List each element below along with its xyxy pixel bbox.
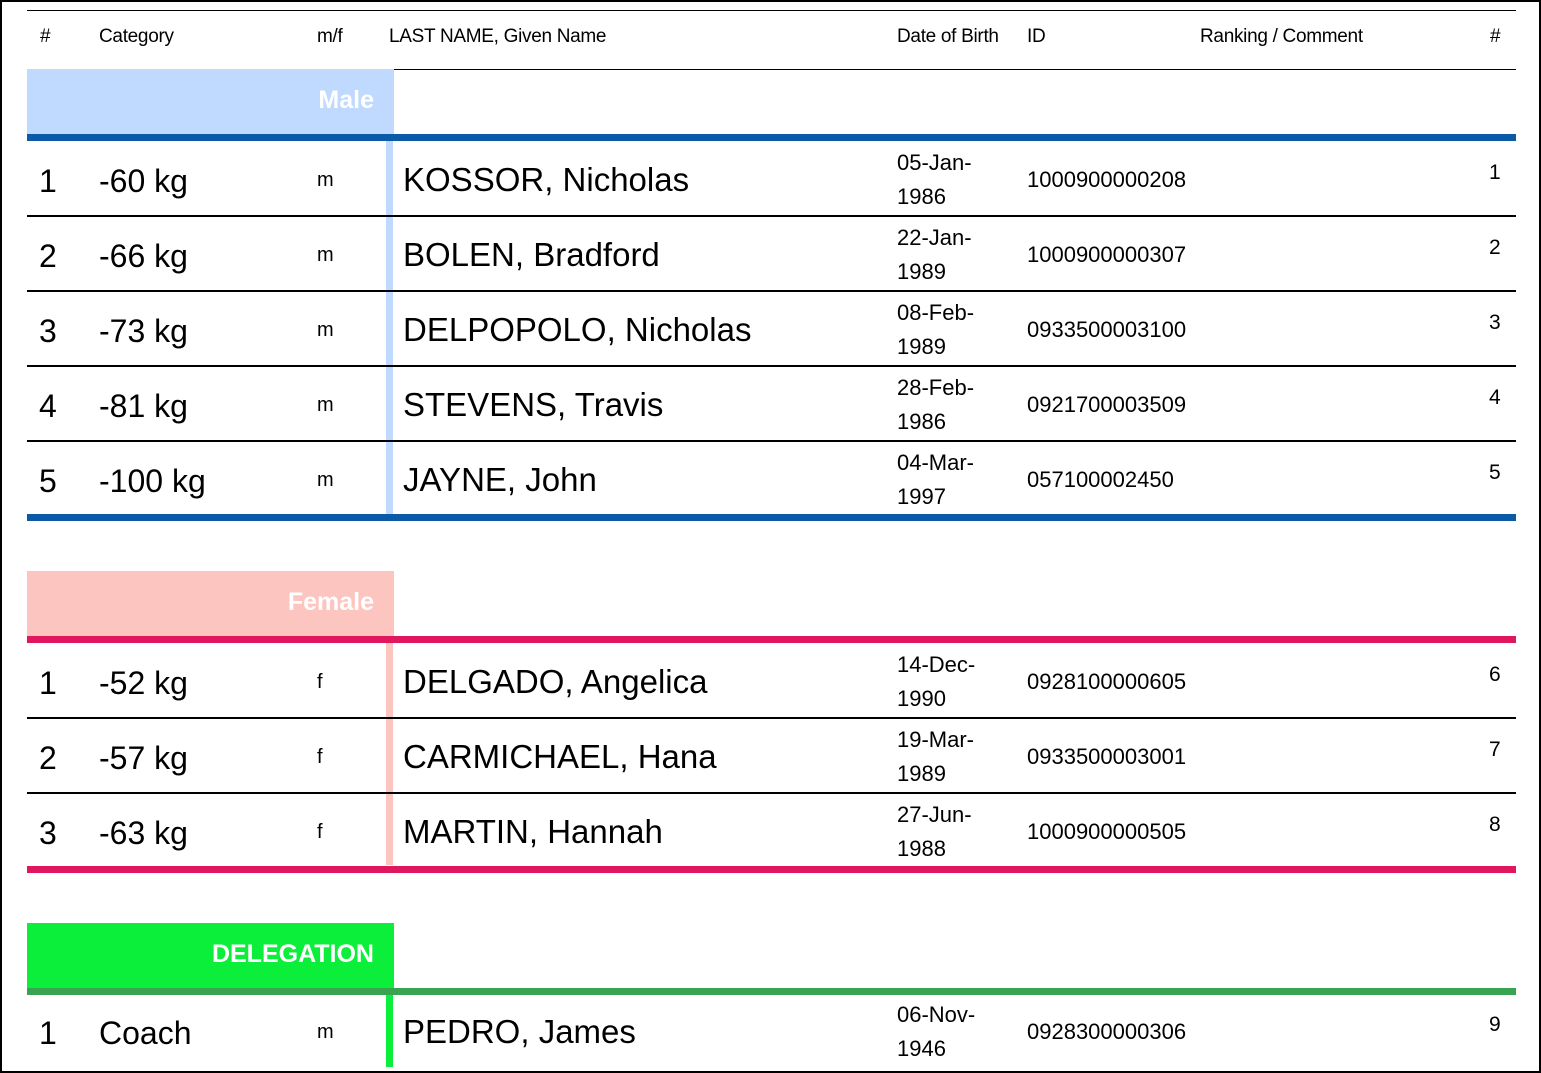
header-num: # bbox=[40, 26, 51, 47]
gender: m bbox=[317, 244, 334, 266]
table-row: 2 -66 kg m BOLEN, Bradford 22-Jan-1989 100090… bbox=[27, 216, 1516, 291]
athlete-id: 1000900000505 bbox=[1027, 819, 1187, 844]
gender: f bbox=[317, 746, 323, 768]
gender: m bbox=[317, 1021, 334, 1043]
gender: m bbox=[317, 169, 334, 191]
date-of-birth: 28-Feb-1986 bbox=[897, 375, 975, 434]
weight-category: -73 kg bbox=[99, 313, 188, 349]
weight-category: Coach bbox=[99, 1015, 192, 1051]
athlete-name: BOLEN, Bradford bbox=[403, 236, 660, 273]
row-number: 5 bbox=[39, 463, 57, 499]
date-of-birth: 05-Jan-1986 bbox=[897, 150, 972, 209]
date-of-birth: 19-Mar-1989 bbox=[897, 727, 975, 786]
row-number: 1 bbox=[39, 1015, 57, 1051]
row-index: 3 bbox=[1489, 311, 1501, 334]
weight-category: -52 kg bbox=[99, 665, 188, 701]
section-band-male: Male bbox=[27, 69, 394, 135]
athlete-name: MARTIN, Hannah bbox=[403, 813, 663, 850]
row-number: 1 bbox=[39, 665, 57, 701]
athlete-name: PEDRO, James bbox=[403, 1013, 636, 1050]
row-number: 1 bbox=[39, 163, 57, 199]
header-ranking: Ranking / Comment bbox=[1200, 26, 1363, 47]
row-index: 7 bbox=[1489, 738, 1501, 761]
gender: f bbox=[317, 821, 323, 843]
row-index: 9 bbox=[1489, 1013, 1501, 1036]
header-num2: # bbox=[1490, 26, 1501, 47]
row-number: 2 bbox=[39, 238, 57, 274]
row-index: 8 bbox=[1489, 813, 1501, 836]
table-header: # Category m/f LAST NAME, Given Name Dat… bbox=[27, 10, 1516, 70]
row-number: 3 bbox=[39, 313, 57, 349]
header-id: ID bbox=[1027, 26, 1046, 47]
athlete-id: 0928300000306 bbox=[1027, 1019, 1187, 1044]
date-of-birth: 27-Jun-1988 bbox=[897, 802, 972, 861]
athlete-id: 1000900000208 bbox=[1027, 167, 1187, 192]
athlete-name: STEVENS, Travis bbox=[403, 386, 664, 423]
table-row: 3 -63 kg f MARTIN, Hannah 27-Jun-1988 1000900… bbox=[27, 793, 1516, 868]
row-index: 2 bbox=[1489, 236, 1501, 259]
athlete-id: 057100002450 bbox=[1027, 467, 1174, 492]
table-row: 1 -52 kg f DELGADO, Angelica 14-Dec-1990 0928… bbox=[27, 643, 1516, 718]
weight-category: -100 kg bbox=[99, 463, 206, 499]
date-of-birth: 04-Mar-1997 bbox=[897, 450, 975, 509]
header-name: LAST NAME, Given Name bbox=[389, 26, 607, 47]
header-category: Category bbox=[99, 26, 174, 47]
athlete-name: DELGADO, Angelica bbox=[403, 663, 708, 700]
section-band-female: Female bbox=[27, 571, 394, 637]
row-number: 2 bbox=[39, 740, 57, 776]
weight-category: -60 kg bbox=[99, 163, 188, 199]
weight-category: -57 kg bbox=[99, 740, 188, 776]
gender: f bbox=[317, 671, 323, 693]
date-of-birth: 22-Jan-1989 bbox=[897, 225, 972, 284]
table-row: 4 -81 kg m STEVENS, Travis 28-Feb-1986 092170… bbox=[27, 366, 1516, 441]
weight-category: -66 kg bbox=[99, 238, 188, 274]
row-index: 6 bbox=[1489, 663, 1501, 686]
athlete-id: 1000900000307 bbox=[1027, 242, 1187, 267]
weight-category: -81 kg bbox=[99, 388, 188, 424]
table-row: 1 -60 kg m KOSSOR, Nicholas 05-Jan-1986 10009… bbox=[27, 141, 1516, 216]
athlete-id: 0933500003001 bbox=[1027, 744, 1187, 769]
section-top-rule-male bbox=[27, 134, 1516, 141]
table-row: 2 -57 kg f CARMICHAEL, Hana 19-Mar-1989 09335… bbox=[27, 718, 1516, 793]
section-band-delegation: DELEGATION bbox=[27, 923, 394, 989]
row-index: 1 bbox=[1489, 161, 1501, 184]
athlete-name: KOSSOR, Nicholas bbox=[403, 161, 690, 198]
athlete-id: 0928100000605 bbox=[1027, 669, 1187, 694]
section-bottom-rule-female bbox=[27, 866, 1516, 873]
row-index: 4 bbox=[1489, 386, 1501, 409]
date-of-birth: 08-Feb-1989 bbox=[897, 300, 975, 359]
date-of-birth: 14-Dec-1990 bbox=[897, 652, 976, 711]
header-mf: m/f bbox=[317, 26, 343, 47]
table-row: 3 -73 kg m DELPOPOLO, Nicholas 08-Feb-1989 09… bbox=[27, 291, 1516, 366]
section-top-rule-female bbox=[27, 636, 1516, 643]
header-dob: Date of Birth bbox=[897, 26, 999, 47]
table-row: 1 Coach m PEDRO, James 06-Nov-1946 0928300000… bbox=[27, 993, 1516, 1068]
row-index: 5 bbox=[1489, 461, 1501, 484]
date-of-birth: 06-Nov-1946 bbox=[897, 1002, 976, 1061]
row-number: 3 bbox=[39, 815, 57, 851]
gender: m bbox=[317, 469, 334, 491]
weight-category: -63 kg bbox=[99, 815, 188, 851]
athlete-name: CARMICHAEL, Hana bbox=[403, 738, 717, 775]
section-bottom-rule-male bbox=[27, 514, 1516, 521]
athlete-name: DELPOPOLO, Nicholas bbox=[403, 311, 752, 348]
table-row: 5 -100 kg m JAYNE, John 04-Mar-1997 057100002… bbox=[27, 441, 1516, 516]
gender: m bbox=[317, 319, 334, 341]
athlete-id: 0921700003509 bbox=[1027, 392, 1187, 417]
gender: m bbox=[317, 394, 334, 416]
athlete-name: JAYNE, John bbox=[403, 461, 597, 498]
athlete-id: 0933500003100 bbox=[1027, 317, 1187, 342]
row-number: 4 bbox=[39, 388, 57, 424]
